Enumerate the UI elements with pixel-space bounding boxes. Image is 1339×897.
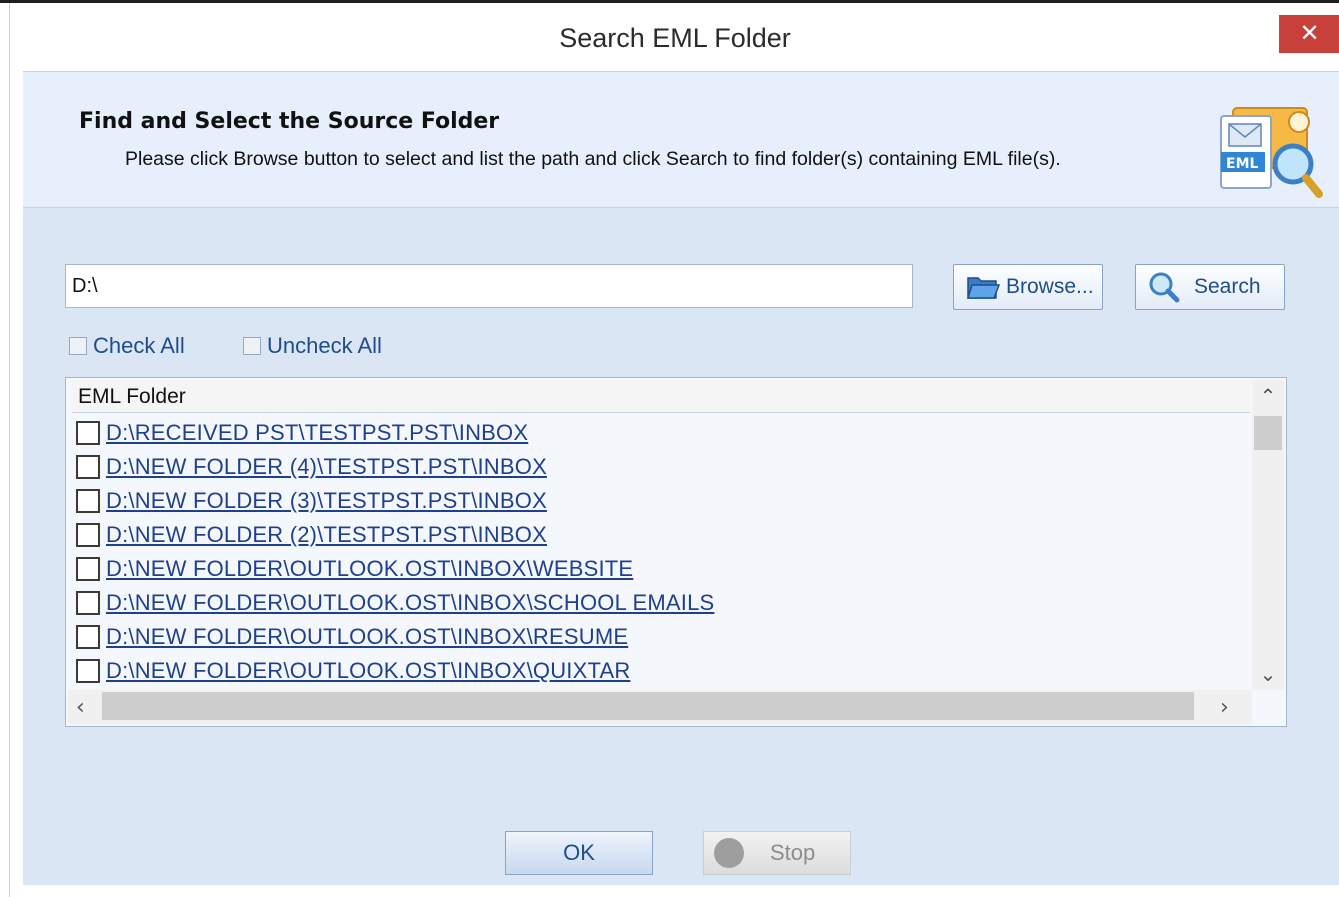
- list-item[interactable]: D:\NEW FOLDER\OUTLOOK.OST\INBOX\WEBSITE: [72, 552, 1250, 586]
- folder-path-input[interactable]: [65, 264, 913, 308]
- header-panel: Find and Select the Source Folder Please…: [23, 71, 1339, 208]
- vertical-scrollbar[interactable]: ⌃ ⌄: [1252, 380, 1284, 690]
- row-checkbox[interactable]: [76, 557, 100, 581]
- list-item[interactable]: D:\NEW FOLDER (3)\TESTPST.PST\INBOX: [72, 484, 1250, 518]
- check-all-label: Check All: [93, 333, 185, 358]
- list-item[interactable]: D:\NEW FOLDER (2)\TESTPST.PST\INBOX: [72, 518, 1250, 552]
- list-item[interactable]: D:\NEW FOLDER (4)\TESTPST.PST\INBOX: [72, 450, 1250, 484]
- uncheck-all-box[interactable]: [243, 337, 261, 355]
- folder-path-link[interactable]: D:\NEW FOLDER\OUTLOOK.OST\INBOX\RESUME: [106, 624, 628, 650]
- row-checkbox[interactable]: [76, 625, 100, 649]
- close-icon: ✕: [1299, 19, 1320, 47]
- folder-path-link[interactable]: D:\RECEIVED PST\TESTPST.PST\INBOX: [106, 420, 528, 446]
- horizontal-scrollbar[interactable]: ‹ ›: [68, 690, 1252, 724]
- folder-path-link[interactable]: D:\NEW FOLDER\OUTLOOK.OST\INBOX\SCHOOL E…: [106, 590, 714, 616]
- stop-icon: [714, 838, 744, 868]
- close-button[interactable]: ✕: [1279, 15, 1339, 53]
- check-all-checkbox[interactable]: Check All: [69, 333, 185, 359]
- row-checkbox[interactable]: [76, 489, 100, 513]
- magnifier-icon: [1149, 272, 1180, 303]
- search-button[interactable]: Search: [1135, 264, 1285, 310]
- row-checkbox[interactable]: [76, 659, 100, 683]
- header-description: Please click Browse button to select and…: [125, 148, 1061, 170]
- folder-path-link[interactable]: D:\NEW FOLDER\OUTLOOK.OST\INBOX\WEBSITE: [106, 556, 633, 582]
- window-title: Search EML Folder: [559, 23, 791, 53]
- stop-button-label: Stop: [770, 840, 816, 865]
- row-checkbox[interactable]: [76, 455, 100, 479]
- eml-folder-list: EML Folder D:\RECEIVED PST\TESTPST.PST\I…: [65, 377, 1287, 727]
- title-bar[interactable]: Search EML Folder ✕: [10, 3, 1339, 71]
- open-folder-icon: [966, 277, 1000, 299]
- dialog-content: Find and Select the Source Folder Please…: [23, 71, 1339, 885]
- list-item[interactable]: D:\RECEIVED PST\TESTPST.PST\INBOX: [72, 416, 1250, 450]
- list-item[interactable]: D:\NEW FOLDER\OUTLOOK.OST\INBOX\QUIXTAR: [72, 654, 1250, 688]
- search-button-label: Search: [1194, 275, 1261, 298]
- ok-button[interactable]: OK: [505, 831, 653, 875]
- list-rows: D:\RECEIVED PST\TESTPST.PST\INBOX D:\NEW…: [72, 416, 1250, 688]
- horizontal-scroll-thumb[interactable]: [102, 692, 1194, 720]
- chevron-down-icon[interactable]: ⌄: [1252, 662, 1284, 686]
- chevron-left-icon[interactable]: ‹: [76, 695, 85, 720]
- dialog-window: Search EML Folder ✕ Find and Select the …: [9, 3, 1339, 897]
- vertical-scroll-thumb[interactable]: [1254, 416, 1282, 450]
- uncheck-all-checkbox[interactable]: Uncheck All: [243, 333, 382, 359]
- row-checkbox[interactable]: [76, 421, 100, 445]
- browse-button[interactable]: Browse...: [953, 264, 1103, 310]
- chevron-right-icon[interactable]: ›: [1220, 695, 1229, 720]
- row-checkbox[interactable]: [76, 591, 100, 615]
- row-checkbox[interactable]: [76, 523, 100, 547]
- stop-button[interactable]: Stop: [703, 831, 851, 875]
- column-header-label: EML Folder: [78, 385, 186, 408]
- header-title: Find and Select the Source Folder: [79, 109, 500, 134]
- ok-button-label: OK: [563, 840, 595, 865]
- chevron-up-icon[interactable]: ⌃: [1252, 384, 1284, 408]
- browse-button-label: Browse...: [1006, 275, 1094, 298]
- folder-path-link[interactable]: D:\NEW FOLDER (4)\TESTPST.PST\INBOX: [106, 454, 547, 480]
- list-column-header[interactable]: EML Folder: [72, 380, 1250, 413]
- folder-path-link[interactable]: D:\NEW FOLDER\OUTLOOK.OST\INBOX\QUIXTAR: [106, 658, 630, 684]
- list-item[interactable]: D:\NEW FOLDER\OUTLOOK.OST\INBOX\RESUME: [72, 620, 1250, 654]
- eml-folder-search-icon: EML: [1220, 107, 1323, 198]
- list-item[interactable]: D:\NEW FOLDER\OUTLOOK.OST\INBOX\SCHOOL E…: [72, 586, 1250, 620]
- folder-path-link[interactable]: D:\NEW FOLDER (2)\TESTPST.PST\INBOX: [106, 522, 547, 548]
- folder-path-link[interactable]: D:\NEW FOLDER (3)\TESTPST.PST\INBOX: [106, 488, 547, 514]
- eml-logo-text: EML: [1226, 156, 1258, 172]
- uncheck-all-label: Uncheck All: [267, 333, 382, 358]
- check-all-box[interactable]: [69, 337, 87, 355]
